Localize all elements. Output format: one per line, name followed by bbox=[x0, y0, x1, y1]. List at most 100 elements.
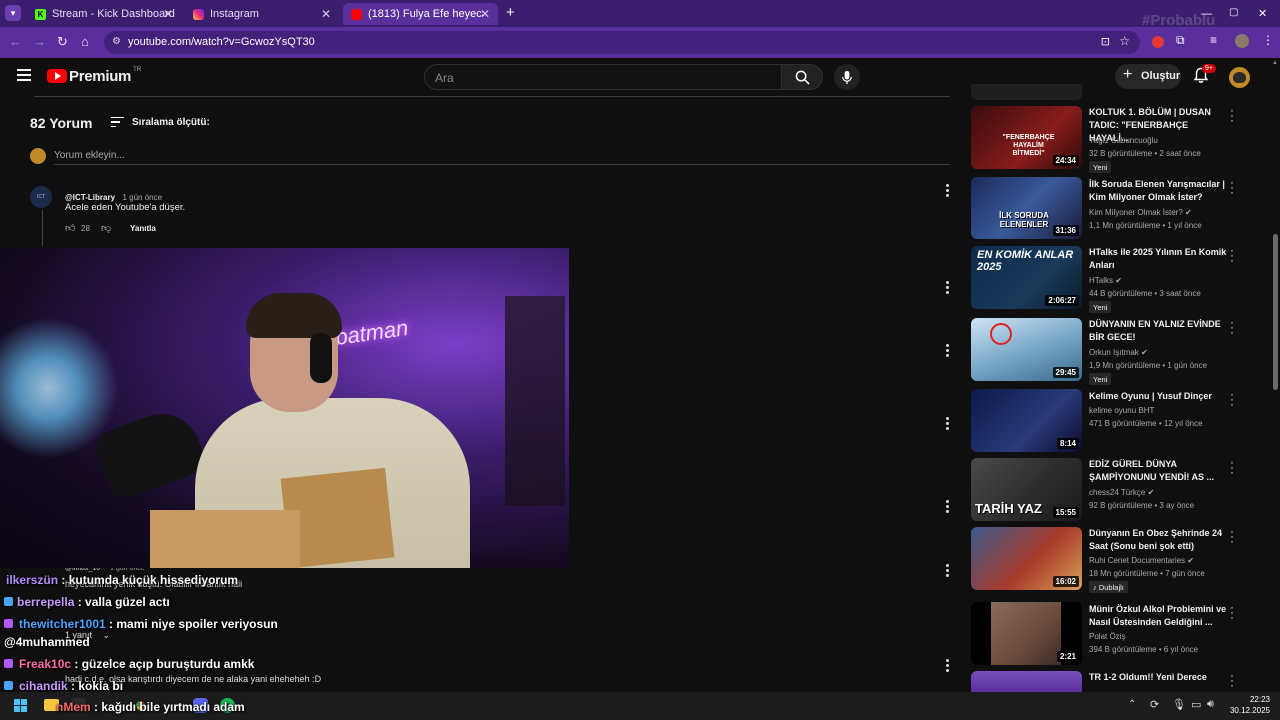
clock[interactable]: 22:23 30.12.2025 bbox=[1228, 694, 1270, 716]
video-thumbnail[interactable] bbox=[971, 671, 1082, 692]
comment-menu-icon[interactable] bbox=[944, 184, 950, 197]
extensions-puzzle-icon[interactable]: ⧉ bbox=[1176, 33, 1185, 48]
video-thumbnail[interactable]: 29:45 bbox=[971, 318, 1082, 381]
sidebar-prev-thumb[interactable] bbox=[971, 84, 1082, 100]
tab-instagram[interactable]: Instagram ✕ bbox=[185, 3, 339, 25]
like-button[interactable]: 👍︎ bbox=[65, 222, 75, 234]
bookmark-star-icon[interactable]: ☆ bbox=[1119, 34, 1130, 48]
video-channel[interactable]: HTalks ✔ bbox=[1089, 276, 1122, 285]
comment-menu-icon[interactable] bbox=[944, 344, 950, 357]
open-box bbox=[150, 510, 300, 568]
video-title[interactable]: Dünyanın En Obez Şehrinde 24 Saat (Sonu … bbox=[1089, 527, 1229, 553]
video-thumbnail[interactable]: 8:14 bbox=[971, 389, 1082, 452]
video-menu-icon[interactable]: · · · bbox=[1230, 388, 1234, 410]
profile-avatar-icon[interactable] bbox=[1235, 34, 1249, 48]
tab-youtube-active[interactable]: (1813) Fulya Efe heyecandan ili ✕ bbox=[343, 3, 498, 25]
reload-icon[interactable]: ↻ bbox=[57, 34, 68, 50]
video-menu-icon[interactable]: · · · bbox=[1230, 104, 1234, 126]
search-button[interactable] bbox=[781, 64, 823, 90]
scrollbar-thumb[interactable] bbox=[1273, 234, 1278, 390]
video-menu-icon[interactable]: · · · bbox=[1230, 669, 1234, 691]
video-thumbnail[interactable]: TARİH YAZ 15:55 bbox=[971, 458, 1082, 521]
video-menu-icon[interactable]: · · · bbox=[1230, 176, 1234, 198]
video-title[interactable]: Münir Özkul Alkol Problemini ve Nasıl Üs… bbox=[1089, 603, 1229, 629]
page-scrollbar[interactable]: ▲ bbox=[1271, 58, 1280, 692]
video-meta: 471 B görüntüleme • 12 yıl önce bbox=[1089, 419, 1203, 428]
logo-region: TR bbox=[133, 67, 142, 73]
video-meta: 32 B görüntüleme • 2 saat önce bbox=[1089, 149, 1201, 158]
sort-label: Sıralama ölçütü: bbox=[132, 116, 210, 128]
video-title[interactable]: HTalks ile 2025 Yılının En Komik Anları bbox=[1089, 246, 1229, 272]
windows-start-icon[interactable] bbox=[14, 699, 27, 712]
youtube-favicon-icon bbox=[351, 8, 362, 20]
video-channel[interactable]: Polat Öziş bbox=[1089, 632, 1125, 641]
video-thumbnail[interactable]: 16:02 bbox=[971, 527, 1082, 590]
video-title[interactable]: TR 1-2 Oldum!! Yeni Derece bbox=[1089, 671, 1229, 684]
install-app-icon[interactable]: ⊡ bbox=[1101, 35, 1110, 48]
close-window-button[interactable]: ✕ bbox=[1258, 7, 1267, 20]
video-thumbnail[interactable]: İLK SORUDA ELENENLER 31:36 bbox=[971, 177, 1082, 239]
video-channel[interactable]: kelime oyunu BHT bbox=[1089, 406, 1154, 415]
hamburger-menu-icon[interactable] bbox=[17, 69, 31, 81]
youtube-logo[interactable]: Premium TR bbox=[47, 67, 141, 85]
comment-time[interactable]: 1 gün önce bbox=[122, 193, 162, 202]
video-thumbnail[interactable]: "FENERBAHÇE HAYALİM BİTMEDİ" 24:34 bbox=[971, 106, 1082, 169]
video-channel[interactable]: Kim Milyoner Olmak İster? ✔ bbox=[1089, 208, 1192, 217]
reply-button[interactable]: Yanıtla bbox=[130, 224, 156, 233]
minimize-button[interactable]: — bbox=[1201, 8, 1212, 20]
comment-author[interactable]: @ICT-Library bbox=[65, 193, 115, 202]
video-menu-icon[interactable]: · · · bbox=[1230, 456, 1234, 478]
tray-app-icon[interactable]: ⟳ bbox=[1150, 698, 1159, 711]
add-comment-input[interactable]: Yorum ekleyin... bbox=[54, 146, 950, 165]
dislike-button[interactable]: 👎︎ bbox=[101, 222, 111, 234]
video-title[interactable]: DÜNYANIN EN YALNIZ EVİNDE BİR GECE! bbox=[1089, 318, 1229, 344]
close-tab-icon[interactable]: ✕ bbox=[163, 7, 173, 21]
video-thumbnail[interactable]: 2:21 bbox=[971, 602, 1082, 665]
video-menu-icon[interactable]: · · · bbox=[1230, 601, 1234, 623]
comment-menu-icon[interactable] bbox=[944, 281, 950, 294]
browser-menu-icon[interactable]: ⋮ bbox=[1262, 33, 1274, 47]
comment-menu-icon[interactable] bbox=[944, 564, 950, 577]
comment-avatar[interactable]: ICT bbox=[30, 186, 52, 208]
video-channel[interactable]: Orkun Işıtmak ✔ bbox=[1089, 348, 1148, 357]
network-icon[interactable]: ▭ bbox=[1191, 698, 1201, 711]
video-title[interactable]: Kelime Oyunu | Yusuf Dinçer bbox=[1089, 390, 1229, 403]
voice-search-button[interactable] bbox=[834, 64, 860, 90]
forward-icon[interactable]: → bbox=[33, 34, 46, 49]
video-thumbnail[interactable]: EN KOMİK ANLAR 2025 2:06:27 bbox=[971, 246, 1082, 309]
tab-search-icon[interactable]: ▾ bbox=[5, 5, 21, 21]
mic-tray-icon[interactable]: 🎙︎ bbox=[1172, 698, 1186, 711]
address-bar[interactable]: ⚙ youtube.com/watch?v=GcwozYsQT30 ⊡ ☆ bbox=[104, 31, 1140, 54]
notifications-button[interactable]: 9+ bbox=[1193, 64, 1216, 85]
comment-menu-icon[interactable] bbox=[944, 500, 950, 513]
video-channel[interactable]: Yağız Sabuncuoğlu bbox=[1089, 136, 1158, 145]
tab-kick-dashboard[interactable]: K Stream - Kick Dashboard ✕ bbox=[27, 3, 181, 25]
video-channel[interactable]: chess24 Türkçe ✔ bbox=[1089, 488, 1154, 497]
account-avatar[interactable] bbox=[1229, 67, 1250, 88]
close-tab-icon[interactable]: ✕ bbox=[321, 7, 331, 21]
extension-record-icon[interactable] bbox=[1152, 36, 1164, 48]
scrollbar-up-arrow[interactable]: ▲ bbox=[1272, 60, 1278, 66]
close-tab-icon[interactable]: ✕ bbox=[480, 7, 490, 21]
back-icon[interactable]: ← bbox=[9, 34, 22, 49]
video-channel[interactable]: Ruhi Cenet Documentaries ✔ bbox=[1089, 556, 1194, 565]
sort-comments-button[interactable]: Sıralama ölçütü: bbox=[111, 115, 210, 129]
chat-text: kutumda küçük hissediyorum bbox=[68, 573, 239, 587]
search-input[interactable]: Ara bbox=[424, 64, 782, 90]
video-title[interactable]: EDİZ GÜREL DÜNYA ŞAMPİYONUNU YENDİ! AS .… bbox=[1089, 458, 1229, 484]
media-control-icon[interactable]: ≡ bbox=[1210, 33, 1217, 47]
comment-menu-icon[interactable] bbox=[944, 417, 950, 430]
tray-chevron-icon[interactable]: ⌃ bbox=[1128, 699, 1136, 710]
volume-icon[interactable]: 🔊︎ bbox=[1207, 698, 1214, 711]
home-icon[interactable]: ⌂ bbox=[81, 34, 89, 49]
video-menu-icon[interactable]: · · · bbox=[1230, 316, 1234, 338]
video-duration: 2:21 bbox=[1056, 651, 1079, 662]
site-info-icon[interactable]: ⚙ bbox=[112, 36, 121, 47]
maximize-button[interactable]: ▢ bbox=[1229, 7, 1238, 18]
video-menu-icon[interactable]: · · · bbox=[1230, 244, 1234, 266]
create-button[interactable]: + Oluştur bbox=[1115, 64, 1181, 89]
new-tab-button[interactable]: + bbox=[506, 4, 515, 21]
video-menu-icon[interactable]: · · · bbox=[1230, 525, 1234, 547]
video-title[interactable]: İlk Soruda Elenen Yarışmacılar | Kim Mil… bbox=[1089, 178, 1229, 204]
comment-menu-icon[interactable] bbox=[944, 659, 950, 672]
